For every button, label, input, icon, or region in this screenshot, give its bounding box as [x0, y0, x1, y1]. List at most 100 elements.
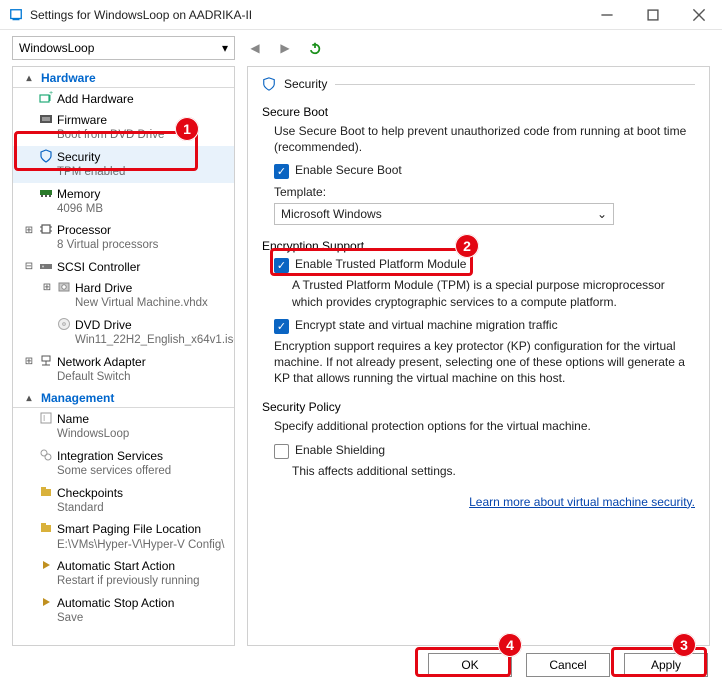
- sidebar-item-memory[interactable]: Memory4096 MB: [13, 183, 234, 220]
- nav-back-button[interactable]: ◀: [245, 38, 265, 58]
- sidebar-item-sub: 4096 MB: [57, 202, 228, 218]
- sidebar-item-dvd-drive[interactable]: DVD DriveWin11_22H2_English_x64v1.iso: [13, 314, 234, 351]
- checkbox-icon: ✓: [274, 258, 289, 273]
- group-secure-boot: Secure Boot Use Secure Boot to help prev…: [262, 105, 695, 225]
- shield-icon: [39, 149, 53, 163]
- sidebar-item-sub: Restart if previously running: [57, 574, 228, 590]
- checkpoints-icon: [39, 485, 53, 499]
- sidebar-item-add-hardware[interactable]: + Add Hardware: [13, 88, 234, 109]
- group-security-policy: Security Policy Specify additional prote…: [262, 400, 695, 478]
- sidebar-item-sub: Some services offered: [57, 464, 228, 480]
- sidebar-item-network-adapter[interactable]: ⊞Network AdapterDefault Switch: [13, 351, 234, 388]
- shield-icon: [262, 77, 276, 91]
- sidebar-item-integration-services[interactable]: Integration ServicesSome services offere…: [13, 445, 234, 482]
- network-icon: [39, 354, 53, 368]
- collapse-icon[interactable]: ⊟: [23, 261, 35, 273]
- cancel-button[interactable]: Cancel: [526, 653, 610, 677]
- expand-icon[interactable]: ⊞: [23, 224, 35, 236]
- power-button[interactable]: [305, 38, 325, 58]
- sidebar-item-label: Security: [57, 150, 100, 164]
- services-icon: [39, 448, 53, 462]
- sidebar-item-automatic-start-action[interactable]: Automatic Start ActionRestart if previou…: [13, 555, 234, 592]
- group-encryption-support: Encryption Support ✓ Enable Trusted Plat…: [262, 239, 695, 386]
- sidebar-item-processor[interactable]: ⊞Processor8 Virtual processors: [13, 219, 234, 256]
- expand-icon[interactable]: ⊞: [41, 282, 53, 294]
- sidebar-item-scsi-controller[interactable]: ⊟SCSI Controller: [13, 256, 234, 277]
- checkbox-label: Encrypt state and virtual machine migrat…: [295, 318, 558, 332]
- toolbar: WindowsLoop ▾ ◀ ▶: [0, 30, 722, 66]
- sidebar-item-sub: TPM enabled: [57, 165, 228, 181]
- close-button[interactable]: [676, 0, 722, 30]
- collapse-icon[interactable]: ▴: [23, 72, 35, 84]
- sidebar-item-label: Automatic Start Action: [57, 559, 175, 573]
- encrypt-state-checkbox[interactable]: ✓ Encrypt state and virtual machine migr…: [274, 318, 695, 334]
- sidebar-item-label: Checkpoints: [57, 486, 123, 500]
- tpm-desc: A Trusted Platform Module (TPM) is a spe…: [274, 277, 695, 309]
- sidebar-item-sub: Boot from DVD Drive: [57, 128, 228, 144]
- sidebar-item-firmware[interactable]: FirmwareBoot from DVD Drive: [13, 109, 234, 146]
- firmware-icon: [39, 112, 53, 126]
- sidebar-item-label: Automatic Stop Action: [57, 596, 174, 610]
- paging-icon: [39, 521, 53, 535]
- section-hardware-label: Hardware: [41, 71, 96, 85]
- content-pane: Security Secure Boot Use Secure Boot to …: [247, 66, 710, 646]
- autostop-icon: [39, 595, 53, 609]
- ok-button[interactable]: OK: [428, 653, 512, 677]
- sidebar-item-hard-drive[interactable]: ⊞Hard DriveNew Virtual Machine.vhdx: [13, 277, 234, 314]
- sidebar-item-label: Memory: [57, 187, 100, 201]
- name-icon: I: [39, 411, 53, 425]
- sidebar-item-label: Hard Drive: [75, 281, 132, 295]
- scsi-icon: [39, 259, 53, 273]
- hard-drive-icon: [57, 280, 71, 294]
- sidebar-item-smart-paging-file-location[interactable]: Smart Paging File LocationE:\VMs\Hyper-V…: [13, 518, 234, 555]
- sidebar-item-security[interactable]: SecurityTPM enabled: [13, 146, 234, 183]
- section-management-label: Management: [41, 391, 114, 405]
- annotation-callout-3: 3: [672, 633, 696, 657]
- checkbox-icon: ✓: [274, 319, 289, 334]
- secure-boot-desc: Use Secure Boot to help prevent unauthor…: [274, 123, 695, 155]
- sidebar-item-automatic-stop-action[interactable]: Automatic Stop ActionSave: [13, 592, 234, 629]
- svg-text:+: +: [49, 91, 53, 97]
- main-area: ▴ Hardware + Add Hardware FirmwareBoot fro…: [0, 66, 722, 646]
- content-title: Security: [284, 77, 327, 91]
- template-select[interactable]: Microsoft Windows ⌄: [274, 203, 614, 225]
- processor-icon: [39, 222, 53, 236]
- group-title: Security Policy: [262, 400, 695, 414]
- sidebar-item-sub: WindowsLoop: [57, 427, 228, 443]
- template-value: Microsoft Windows: [281, 207, 382, 221]
- divider: [335, 84, 695, 85]
- add-hardware-icon: +: [39, 91, 53, 105]
- checkbox-icon: ✓: [274, 444, 289, 459]
- group-title: Secure Boot: [262, 105, 695, 119]
- window-title: Settings for WindowsLoop on AADRIKA-II: [30, 8, 584, 22]
- enable-secure-boot-checkbox[interactable]: ✓ Enable Secure Boot: [274, 163, 695, 179]
- svg-text:I: I: [43, 414, 45, 423]
- section-management[interactable]: ▴ Management: [13, 387, 234, 408]
- annotation-callout-1: 1: [175, 117, 199, 141]
- apply-button[interactable]: Apply: [624, 653, 708, 677]
- sidebar-item-label: DVD Drive: [75, 318, 132, 332]
- sidebar[interactable]: ▴ Hardware + Add Hardware FirmwareBoot fro…: [12, 66, 235, 646]
- sidebar-item-sub: Win11_22H2_English_x64v1.iso: [75, 333, 228, 349]
- chevron-down-icon: ⌄: [597, 207, 607, 221]
- learn-more-link[interactable]: Learn more about virtual machine securit…: [469, 495, 695, 509]
- expand-icon[interactable]: ⊞: [23, 356, 35, 368]
- maximize-button[interactable]: [630, 0, 676, 30]
- sidebar-item-checkpoints[interactable]: CheckpointsStandard: [13, 482, 234, 519]
- memory-icon: [39, 186, 53, 200]
- titlebar: Settings for WindowsLoop on AADRIKA-II: [0, 0, 722, 30]
- collapse-icon[interactable]: ▴: [23, 392, 35, 404]
- enable-shielding-checkbox[interactable]: ✓ Enable Shielding: [274, 443, 695, 459]
- content-header: Security: [262, 77, 695, 91]
- section-hardware[interactable]: ▴ Hardware: [13, 67, 234, 88]
- nav-forward-button[interactable]: ▶: [275, 38, 295, 58]
- template-label: Template:: [274, 185, 695, 199]
- minimize-button[interactable]: [584, 0, 630, 30]
- sidebar-item-label: Processor: [57, 223, 111, 237]
- enable-tpm-checkbox[interactable]: ✓ Enable Trusted Platform Module: [274, 257, 695, 273]
- sidebar-item-label: Add Hardware: [57, 92, 134, 106]
- checkbox-label: Enable Trusted Platform Module: [295, 257, 466, 271]
- sidebar-item-name[interactable]: INameWindowsLoop: [13, 408, 234, 445]
- sidebar-item-sub: Default Switch: [57, 370, 228, 386]
- vm-selector[interactable]: WindowsLoop ▾: [12, 36, 235, 60]
